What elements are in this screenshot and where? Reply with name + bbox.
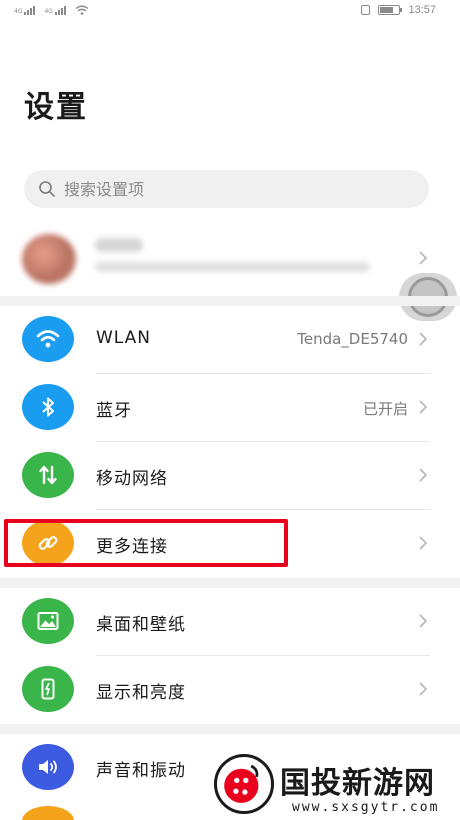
signal-icon: 4G <box>14 6 36 15</box>
status-right: 13:57 <box>361 4 436 16</box>
bluetooth-icon <box>22 384 74 430</box>
highlight-annotation <box>4 519 288 567</box>
mobile-data-icon <box>22 452 74 498</box>
battery-icon <box>378 5 403 15</box>
settings-item-display-brightness[interactable]: 显示和亮度 <box>0 656 460 724</box>
settings-item-bluetooth[interactable]: 蓝牙 已开启 <box>0 374 460 442</box>
search-icon <box>39 181 55 197</box>
display-icon <box>22 666 74 712</box>
wifi-status-icon <box>75 5 89 15</box>
account-row[interactable] <box>0 224 460 294</box>
account-details-blurred <box>95 262 370 272</box>
speaker-icon <box>22 744 74 790</box>
settings-item-label: 移动网络 <box>96 469 168 489</box>
watermark-title: 国投新游网 <box>280 766 435 801</box>
status-bar: 4G 4G 13:57 <box>0 0 460 24</box>
chevron-right-icon <box>419 400 428 414</box>
avatar <box>22 234 76 284</box>
signal-icon: 4G <box>44 6 66 15</box>
chevron-right-icon <box>419 251 428 265</box>
section-separator <box>0 724 460 734</box>
settings-item-value: Tenda_DE5740 <box>297 330 408 348</box>
settings-item-label: 显示和亮度 <box>96 683 186 703</box>
settings-item-label: 蓝牙 <box>96 401 132 421</box>
page-title: 设置 <box>24 90 88 125</box>
watermark-url: www.sxsgytr.com <box>292 800 440 815</box>
search-bar[interactable] <box>24 170 429 208</box>
chevron-right-icon <box>419 468 428 482</box>
section-separator <box>0 578 460 588</box>
status-left: 4G 4G <box>14 5 89 15</box>
settings-item-value: 已开启 <box>362 400 408 418</box>
wifi-icon <box>22 316 74 362</box>
settings-item-wlan[interactable]: WLAN Tenda_DE5740 <box>0 306 460 374</box>
settings-item-home-wallpaper[interactable]: 桌面和壁纸 <box>0 588 460 656</box>
chevron-right-icon <box>419 332 428 346</box>
search-input[interactable] <box>64 179 404 199</box>
settings-item-label: 桌面和壁纸 <box>96 615 186 635</box>
chevron-right-icon <box>419 682 428 696</box>
watermark-logo-icon <box>214 754 274 814</box>
account-name-blurred <box>95 238 143 252</box>
image-icon <box>22 598 74 644</box>
settings-item-label: WLAN <box>96 328 152 348</box>
settings-item-label: 声音和振动 <box>96 761 186 781</box>
chevron-right-icon <box>419 536 428 550</box>
section-separator <box>0 296 460 306</box>
next-settings-item-icon <box>22 806 74 820</box>
watermark: 国投新游网 www.sxsgytr.com <box>210 750 460 820</box>
chevron-right-icon <box>419 614 428 628</box>
status-time: 13:57 <box>408 4 436 16</box>
settings-item-mobile-network[interactable]: 移动网络 <box>0 442 460 510</box>
vibrate-icon <box>361 5 371 15</box>
